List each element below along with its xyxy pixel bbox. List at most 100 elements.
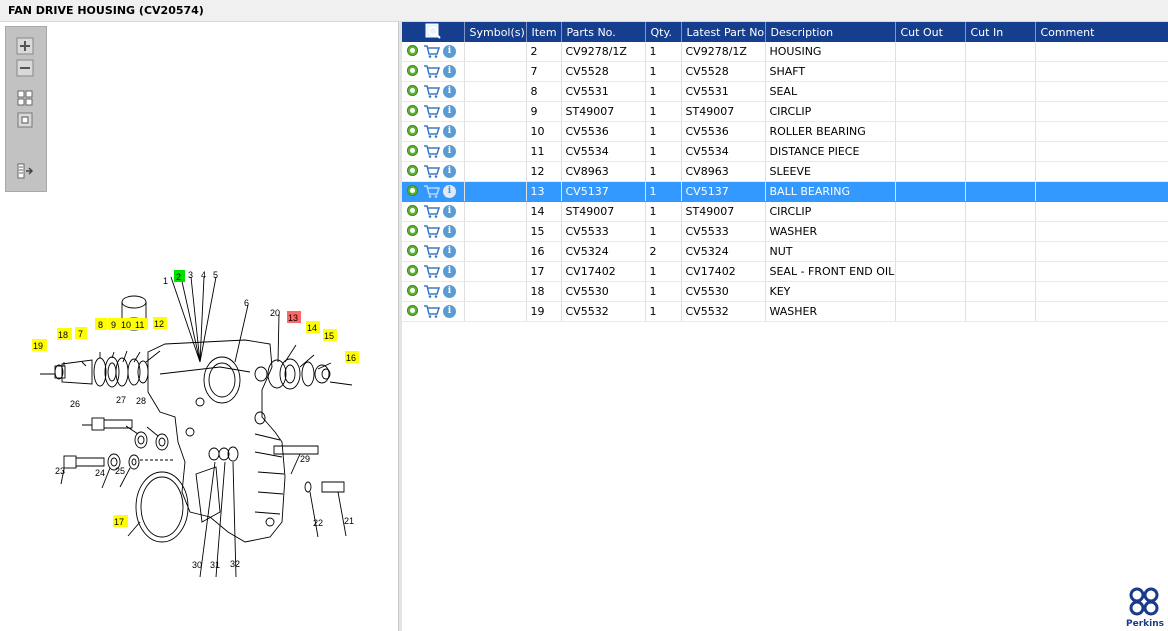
- table-row-selected[interactable]: i 13 CV5137 1 CV5137 BALL BEARING: [402, 181, 1168, 202]
- info-icon[interactable]: i: [443, 185, 456, 198]
- cell-cut-out: [895, 61, 966, 82]
- cart-icon[interactable]: [424, 225, 441, 238]
- info-icon[interactable]: i: [443, 245, 456, 258]
- cell-symbols: [464, 301, 527, 322]
- cart-icon[interactable]: [424, 185, 441, 198]
- callout-10: 10: [121, 320, 131, 330]
- cart-icon[interactable]: [424, 65, 441, 78]
- info-icon[interactable]: i: [443, 265, 456, 278]
- diagram-pane[interactable]: 1 2 3 4 5 6 7 8 9 10 11 12 13 14 15 16 1…: [0, 22, 399, 631]
- callout-21: 21: [344, 516, 354, 526]
- cell-cut-out: [895, 42, 966, 62]
- column-header-actions[interactable]: [402, 22, 465, 42]
- cart-icon[interactable]: [424, 265, 441, 278]
- table-row[interactable]: i 19 CV5532 1 CV5532 WASHER: [402, 301, 1168, 322]
- column-header-latest-part-no[interactable]: Latest Part No.: [681, 22, 766, 42]
- cell-comment: [1035, 221, 1168, 242]
- gear-icon[interactable]: [407, 125, 418, 136]
- cell-latest-part-no: CV5533: [681, 221, 766, 242]
- row-actions: i: [402, 161, 465, 182]
- callout-11: 11: [135, 320, 144, 330]
- column-header-parts-no[interactable]: Parts No.: [561, 22, 646, 42]
- cart-icon[interactable]: [424, 105, 441, 118]
- column-header-qty[interactable]: Qty.: [645, 22, 682, 42]
- cart-icon[interactable]: [424, 145, 441, 158]
- cell-comment: [1035, 141, 1168, 162]
- table-row[interactable]: i 7 CV5528 1 CV5528 SHAFT: [402, 61, 1168, 82]
- callout-22: 22: [313, 518, 323, 528]
- info-icon[interactable]: i: [443, 145, 456, 158]
- info-icon[interactable]: i: [443, 125, 456, 138]
- info-icon[interactable]: i: [443, 45, 456, 58]
- gear-icon[interactable]: [407, 185, 418, 196]
- table-row[interactable]: i 17 CV17402 1 CV17402 SEAL - FRONT END OIL: [402, 261, 1168, 282]
- table-row[interactable]: i 11 CV5534 1 CV5534 DISTANCE PIECE: [402, 141, 1168, 162]
- cart-icon[interactable]: [424, 305, 441, 318]
- exploded-parts-diagram[interactable]: 1 2 3 4 5 6 7 8 9 10 11 12 13 14 15 16 1…: [0, 22, 398, 631]
- gear-icon[interactable]: [407, 65, 418, 76]
- cell-comment: [1035, 42, 1168, 62]
- cell-comment: [1035, 161, 1168, 182]
- gear-icon[interactable]: [407, 165, 418, 176]
- cell-symbols: [464, 281, 527, 302]
- table-row[interactable]: i 14 ST49007 1 ST49007 CIRCLIP: [402, 201, 1168, 222]
- cart-icon[interactable]: [424, 205, 441, 218]
- cart-icon[interactable]: [424, 85, 441, 98]
- info-icon[interactable]: i: [443, 65, 456, 78]
- table-row[interactable]: i 12 CV8963 1 CV8963 SLEEVE: [402, 161, 1168, 182]
- row-actions: i: [402, 42, 465, 62]
- table-row[interactable]: i 2 CV9278/1Z 1 CV9278/1Z HOUSING: [402, 42, 1168, 62]
- column-header-cut-out[interactable]: Cut Out: [895, 22, 966, 42]
- callout-8: 8: [98, 320, 103, 330]
- cell-description: HOUSING: [765, 42, 896, 62]
- cell-part-no: CV5530: [561, 281, 646, 302]
- cell-comment: [1035, 281, 1168, 302]
- callout-25: 25: [115, 466, 125, 476]
- column-header-symbols[interactable]: Symbol(s): [464, 22, 527, 42]
- cart-icon[interactable]: [424, 165, 441, 178]
- row-actions: i: [402, 281, 465, 302]
- cart-icon[interactable]: [424, 45, 441, 58]
- column-header-description[interactable]: Description: [765, 22, 896, 42]
- info-icon[interactable]: i: [443, 205, 456, 218]
- table-row[interactable]: i 16 CV5324 2 CV5324 NUT: [402, 241, 1168, 262]
- cell-description: SEAL: [765, 81, 896, 102]
- zoom-to-part-icon[interactable]: [425, 23, 441, 39]
- info-icon[interactable]: i: [443, 105, 456, 118]
- info-icon[interactable]: i: [443, 285, 456, 298]
- gear-icon[interactable]: [407, 245, 418, 256]
- gear-icon[interactable]: [407, 45, 418, 56]
- info-icon[interactable]: i: [443, 165, 456, 178]
- cell-item: 10: [526, 121, 562, 142]
- gear-icon[interactable]: [407, 205, 418, 216]
- cell-part-no: CV5536: [561, 121, 646, 142]
- table-row[interactable]: i 9 ST49007 1 ST49007 CIRCLIP: [402, 101, 1168, 122]
- cart-icon[interactable]: [424, 285, 441, 298]
- column-header-cut-in[interactable]: Cut In: [965, 22, 1036, 42]
- gear-icon[interactable]: [407, 285, 418, 296]
- table-row[interactable]: i 15 CV5533 1 CV5533 WASHER: [402, 221, 1168, 242]
- info-icon[interactable]: i: [443, 85, 456, 98]
- cell-part-no: CV5528: [561, 61, 646, 82]
- callout-4: 4: [201, 270, 206, 280]
- column-header-item[interactable]: Item: [526, 22, 562, 42]
- cell-description: CIRCLIP: [765, 101, 896, 122]
- cart-icon[interactable]: [424, 125, 441, 138]
- gear-icon[interactable]: [407, 265, 418, 276]
- gear-icon[interactable]: [407, 145, 418, 156]
- gear-icon[interactable]: [407, 105, 418, 116]
- cell-part-no: CV5531: [561, 81, 646, 102]
- cell-item: 8: [526, 81, 562, 102]
- gear-icon[interactable]: [407, 225, 418, 236]
- cart-icon[interactable]: [424, 245, 441, 258]
- column-header-comment[interactable]: Comment: [1035, 22, 1168, 42]
- table-row[interactable]: i 10 CV5536 1 CV5536 ROLLER BEARING: [402, 121, 1168, 142]
- info-icon[interactable]: i: [443, 305, 456, 318]
- callout-27: 27: [116, 395, 126, 405]
- info-icon[interactable]: i: [443, 225, 456, 238]
- cell-cut-out: [895, 121, 966, 142]
- gear-icon[interactable]: [407, 85, 418, 96]
- table-row[interactable]: i 8 CV5531 1 CV5531 SEAL: [402, 81, 1168, 102]
- table-row[interactable]: i 18 CV5530 1 CV5530 KEY: [402, 281, 1168, 302]
- gear-icon[interactable]: [407, 305, 418, 316]
